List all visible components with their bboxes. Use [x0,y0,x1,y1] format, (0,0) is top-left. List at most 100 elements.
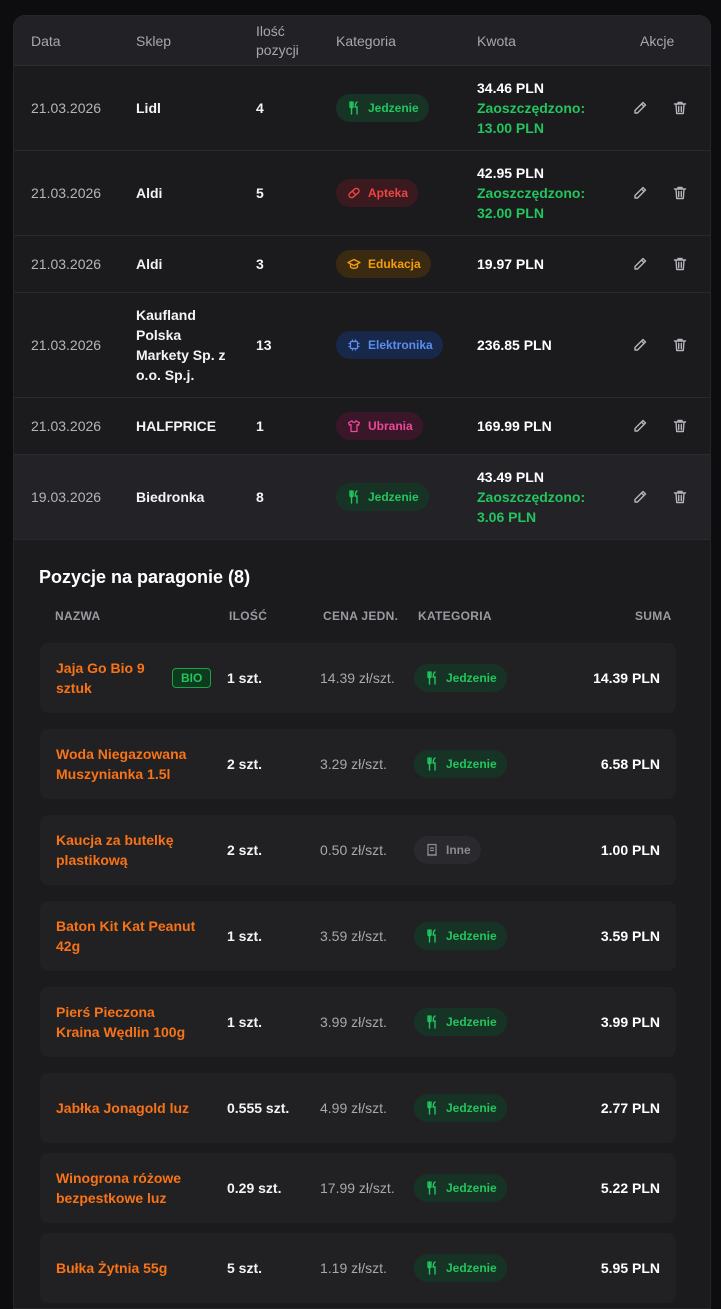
items-header-sum: SUMA [635,609,672,623]
table-header: Data Sklep Ilość pozycji Kategoria Kwota… [14,16,710,66]
item-category: Jedzenie [414,729,507,799]
row-amount: 236.85 PLN [477,293,552,397]
receipt-item[interactable]: Winogrona różowe bezpestkowe luz 0.29 sz… [40,1153,676,1223]
bio-badge: BIO [172,668,212,688]
amount-value: 236.85 PLN [477,337,552,353]
pencil-icon[interactable] [630,98,650,118]
category-badge: Jedzenie [336,94,429,122]
table-row[interactable]: 21.03.2026 Kaufland Polska Markety Sp. z… [14,293,710,398]
saved-value: 3.06 PLN [477,509,537,525]
amount-value: 19.97 PLN [477,256,544,272]
fork-knife-icon [347,490,361,504]
pencil-icon[interactable] [630,183,650,203]
amount-value: 169.99 PLN [477,418,552,434]
row-count: 1 [256,418,264,434]
category-label: Elektronika [368,338,433,352]
amount-value: 43.49 PLN [477,469,544,485]
header-count[interactable]: Ilość pozycji [256,16,299,66]
category-label: Apteka [368,186,409,200]
row-count: 3 [256,256,264,272]
category-badge: Jedzenie [414,1008,507,1036]
category-label: Jedzenie [446,1261,497,1275]
row-category: Edukacja [336,236,431,292]
header-category[interactable]: Kategoria [336,16,396,66]
item-unit-price: 17.99 zł/szt. [320,1180,395,1196]
row-amount: 43.49 PLN Zaoszczędzono: 3.06 PLN [477,455,585,539]
amount-value: 34.46 PLN [477,80,544,96]
pencil-icon[interactable] [630,254,650,274]
item-category: Jedzenie [414,1153,507,1223]
amount-value: 42.95 PLN [477,165,544,181]
receipt-item[interactable]: Pierś Pieczona Kraina Wędlin 100g 1 szt.… [40,987,676,1057]
header-count-line2: pozycji [256,42,299,58]
category-badge: Jedzenie [414,664,507,692]
saved-value: 32.00 PLN [477,205,544,221]
trash-icon[interactable] [670,416,690,436]
item-unit-price: 14.39 zł/szt. [320,670,395,686]
category-badge: Elektronika [336,331,443,359]
row-date: 19.03.2026 [31,489,102,505]
header-count-line1: Ilość [256,23,285,39]
row-category: Jedzenie [336,455,429,539]
row-shop: HALFPRICE [136,418,217,434]
table-row[interactable]: 21.03.2026 Aldi 5 Apteka 42.95 PLN Zaosz… [14,151,710,236]
row-actions [630,151,690,235]
item-qty: 0.29 szt. [227,1180,282,1196]
shirt-icon [347,419,361,433]
item-sum: 2.77 PLN [600,1100,660,1116]
row-amount: 19.97 PLN [477,236,544,292]
fork-knife-icon [425,929,439,943]
row-shop: Lidl [136,100,161,116]
table-row-selected[interactable]: 19.03.2026 Biedronka 8 Jedzenie 43.49 PL… [14,455,710,540]
item-unit-price: 0.50 zł/szt. [320,842,387,858]
category-label: Edukacja [368,257,421,271]
graduation-cap-icon [347,257,361,271]
item-sum: 6.58 PLN [600,756,660,772]
fork-knife-icon [425,1181,439,1195]
row-actions [630,236,690,292]
pencil-icon[interactable] [630,335,650,355]
fork-knife-icon [425,1101,439,1115]
item-category: Inne [414,815,481,885]
saved-value: 13.00 PLN [477,120,544,136]
pencil-icon[interactable] [630,416,650,436]
receipt-item[interactable]: Baton Kit Kat Peanut 42g 1 szt. 3.59 zł/… [40,901,676,971]
row-shop: Aldi [136,256,163,272]
item-unit-price: 3.99 zł/szt. [320,1014,387,1030]
item-qty: 0.555 szt. [227,1100,290,1116]
header-amount[interactable]: Kwota [477,16,516,66]
trash-icon[interactable] [670,254,690,274]
trash-icon[interactable] [670,98,690,118]
item-sum: 5.95 PLN [600,1260,660,1276]
category-badge: Jedzenie [336,483,429,511]
receipt-item[interactable]: Woda Niegazowana Muszynianka 1.5l 2 szt.… [40,729,676,799]
header-date[interactable]: Data [31,16,61,66]
receipt-item[interactable]: Jabłka Jonagold luz 0.555 szt. 4.99 zł/s… [40,1073,676,1143]
receipt-item[interactable]: Bułka Żytnia 55g 5 szt. 1.19 zł/szt. Jed… [40,1233,676,1303]
row-actions [630,293,690,397]
trash-icon[interactable] [670,335,690,355]
table-row[interactable]: 21.03.2026 Aldi 3 Edukacja 19.97 PLN [14,236,710,293]
header-shop[interactable]: Sklep [136,16,171,66]
row-category: Elektronika [336,293,443,397]
pencil-icon[interactable] [630,487,650,507]
row-amount: 34.46 PLN Zaoszczędzono: 13.00 PLN [477,66,585,150]
item-unit-price: 4.99 zł/szt. [320,1100,387,1116]
receipt-item[interactable]: Kaucja za butelkę plastikową 2 szt. 0.50… [40,815,676,885]
category-badge: Ubrania [336,412,423,440]
saved-label: Zaoszczędzono: [477,100,586,116]
item-name: Woda Niegazowana Muszynianka 1.5l [56,746,187,782]
category-label: Jedzenie [446,1181,497,1195]
table-row[interactable]: 21.03.2026 HALFPRICE 1 Ubrania 169.99 PL… [14,398,710,455]
row-date: 21.03.2026 [31,256,102,272]
receipt-item[interactable]: Jaja Go Bio 9 sztuk BIO 1 szt. 14.39 zł/… [40,643,676,713]
fork-knife-icon [347,101,361,115]
fork-knife-icon [425,757,439,771]
category-badge: Jedzenie [414,1094,507,1122]
trash-icon[interactable] [670,487,690,507]
trash-icon[interactable] [670,183,690,203]
row-date: 21.03.2026 [31,185,102,201]
items-header-category: KATEGORIA [418,609,492,623]
fork-knife-icon [425,1015,439,1029]
table-row[interactable]: 21.03.2026 Lidl 4 Jedzenie 34.46 PLN Zao… [14,66,710,151]
